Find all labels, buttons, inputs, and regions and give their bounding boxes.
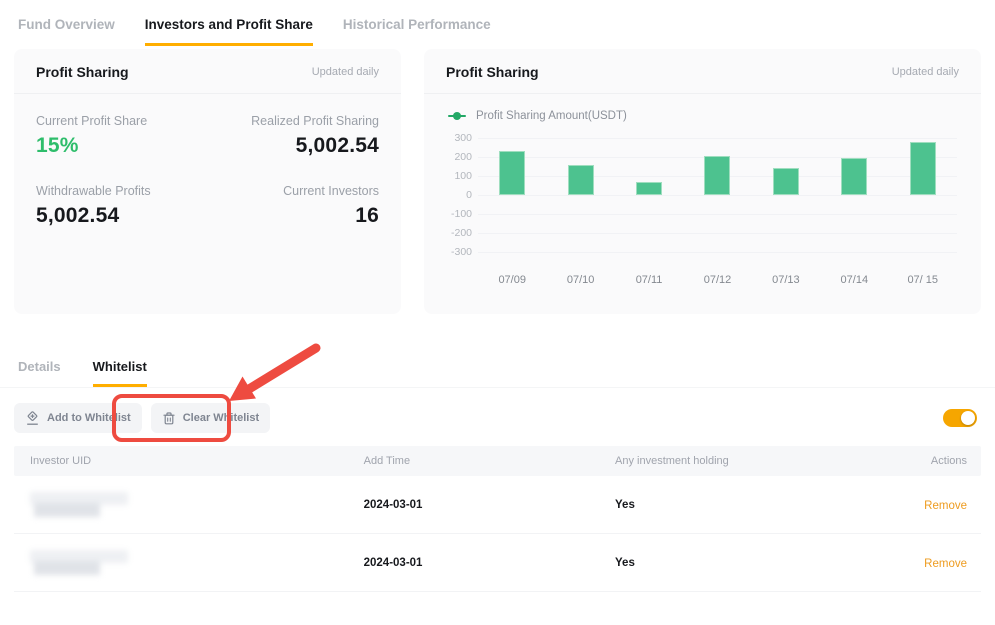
card-title: Profit Sharing xyxy=(446,64,539,80)
top-tab-bar: Fund Overview Investors and Profit Share… xyxy=(0,0,995,46)
bar-column xyxy=(820,138,888,252)
stat-label: Current Investors xyxy=(208,184,380,198)
stat-label: Realized Profit Sharing xyxy=(208,114,380,128)
trash-icon xyxy=(162,411,176,426)
stat-current-investors: Current Investors 16 xyxy=(208,184,380,228)
tab-details[interactable]: Details xyxy=(18,359,61,387)
card-header: Profit Sharing Updated daily xyxy=(14,49,401,94)
x-axis-tick-label: 07/12 xyxy=(683,274,751,286)
y-axis-tick-label: 300 xyxy=(454,132,472,144)
investor-uid-cell xyxy=(14,491,348,519)
add-to-whitelist-button[interactable]: Add to Whitelist xyxy=(14,403,142,433)
bar xyxy=(568,165,594,195)
sub-tab-bar: Details Whitelist xyxy=(0,314,995,388)
column-header-investor-uid: Investor UID xyxy=(14,455,348,467)
bar-column xyxy=(546,138,614,252)
tab-whitelist[interactable]: Whitelist xyxy=(93,359,147,387)
bar-column xyxy=(683,138,751,252)
stat-label: Withdrawable Profits xyxy=(36,184,208,198)
add-time-cell: 2024-03-01 xyxy=(348,557,599,569)
bar xyxy=(499,151,525,195)
stat-label: Current Profit Share xyxy=(36,114,208,128)
stat-realized-profit-sharing: Realized Profit Sharing 5,002.54 xyxy=(208,114,380,158)
stat-current-profit-share: Current Profit Share 15% xyxy=(36,114,208,158)
y-axis-tick-label: -100 xyxy=(451,208,472,220)
chart-body: Profit Sharing Amount(USDT) 300 200 100 0 -1… xyxy=(424,94,981,286)
stat-value: 5,002.54 xyxy=(208,134,380,158)
whitelist-toggle[interactable] xyxy=(943,409,977,427)
redacted-uid xyxy=(30,549,132,577)
investor-uid-cell xyxy=(14,549,348,577)
y-axis-tick-label: 0 xyxy=(466,189,472,201)
bar-columns xyxy=(478,138,957,252)
holding-cell: Yes xyxy=(599,557,865,569)
x-axis-tick-label: 07/ 15 xyxy=(889,274,957,286)
tab-fund-overview[interactable]: Fund Overview xyxy=(18,17,115,46)
bar-column xyxy=(615,138,683,252)
y-axis-tick-label: -300 xyxy=(451,246,472,258)
clear-whitelist-label: Clear Whitelist xyxy=(183,412,259,424)
stat-value: 5,002.54 xyxy=(36,204,208,228)
x-axis-tick-label: 07/09 xyxy=(478,274,546,286)
holding-cell: Yes xyxy=(599,499,865,511)
profit-sharing-summary-card: Profit Sharing Updated daily Current Pro… xyxy=(14,49,401,314)
add-diamond-icon xyxy=(25,411,40,426)
page: Fund Overview Investors and Profit Share… xyxy=(0,0,995,625)
toggle-knob xyxy=(961,411,975,425)
chart-plot xyxy=(478,138,957,252)
remove-link[interactable]: Remove xyxy=(924,558,967,570)
bar-column xyxy=(752,138,820,252)
actions-cell: Remove xyxy=(865,554,981,572)
stat-value: 16 xyxy=(208,204,380,228)
legend-line-dot-icon xyxy=(448,115,466,117)
table-body: 2024-03-01YesRemove2024-03-01YesRemove xyxy=(14,476,981,592)
x-axis-tick-label: 07/10 xyxy=(546,274,614,286)
whitelist-toolbar: Add to Whitelist Clear Whitelist xyxy=(14,400,981,436)
table-row: 2024-03-01Yes Remove xyxy=(14,534,981,592)
x-axis-tick-label: 07/14 xyxy=(820,274,888,286)
profit-sharing-chart-card: Profit Sharing Updated daily Profit Shar… xyxy=(424,49,981,314)
add-time-cell: 2024-03-01 xyxy=(348,499,599,511)
bar xyxy=(636,182,662,195)
tab-historical-performance[interactable]: Historical Performance xyxy=(343,17,491,46)
add-to-whitelist-label: Add to Whitelist xyxy=(47,412,131,424)
updated-daily-label: Updated daily xyxy=(312,66,379,78)
tab-investors-profit-share[interactable]: Investors and Profit Share xyxy=(145,17,313,46)
card-header: Profit Sharing Updated daily xyxy=(424,49,981,94)
cards-row: Profit Sharing Updated daily Current Pro… xyxy=(0,46,995,314)
chart-x-axis: 07/0907/1007/1107/1207/1307/1407/ 15 xyxy=(478,274,957,286)
bar xyxy=(841,158,867,195)
bar xyxy=(704,156,730,195)
column-header-any-investment-holding: Any investment holding xyxy=(599,455,865,467)
bar-column xyxy=(889,138,957,252)
updated-daily-label: Updated daily xyxy=(892,66,959,78)
bar-chart: 3002001000-100-200-300 xyxy=(448,138,957,252)
chart-legend[interactable]: Profit Sharing Amount(USDT) xyxy=(448,110,957,122)
stat-withdrawable-profits: Withdrawable Profits 5,002.54 xyxy=(36,184,208,228)
bar xyxy=(773,168,799,195)
redacted-uid xyxy=(30,491,132,519)
x-axis-tick-label: 07/11 xyxy=(615,274,683,286)
column-header-actions: Actions xyxy=(865,455,981,467)
table-row: 2024-03-01Yes Remove xyxy=(14,476,981,534)
whitelist-table: Investor UID Add Time Any investment hol… xyxy=(14,446,981,592)
x-axis-tick-label: 07/13 xyxy=(752,274,820,286)
stat-value: 15% xyxy=(36,134,208,158)
legend-label: Profit Sharing Amount(USDT) xyxy=(476,110,627,122)
y-axis-tick-label: 200 xyxy=(454,151,472,163)
remove-link[interactable]: Remove xyxy=(924,500,967,512)
stats-grid: Current Profit Share 15% Realized Profit… xyxy=(14,94,401,248)
actions-cell: Remove xyxy=(865,496,981,514)
clear-whitelist-button[interactable]: Clear Whitelist xyxy=(151,403,270,433)
chart-y-axis: 3002001000-100-200-300 xyxy=(448,138,478,252)
bar xyxy=(910,142,936,195)
y-axis-tick-label: -200 xyxy=(451,227,472,239)
column-header-add-time: Add Time xyxy=(348,455,599,467)
bar-column xyxy=(478,138,546,252)
card-title: Profit Sharing xyxy=(36,64,129,80)
y-axis-tick-label: 100 xyxy=(454,170,472,182)
table-header-row: Investor UID Add Time Any investment hol… xyxy=(14,446,981,476)
gridline xyxy=(478,252,957,253)
